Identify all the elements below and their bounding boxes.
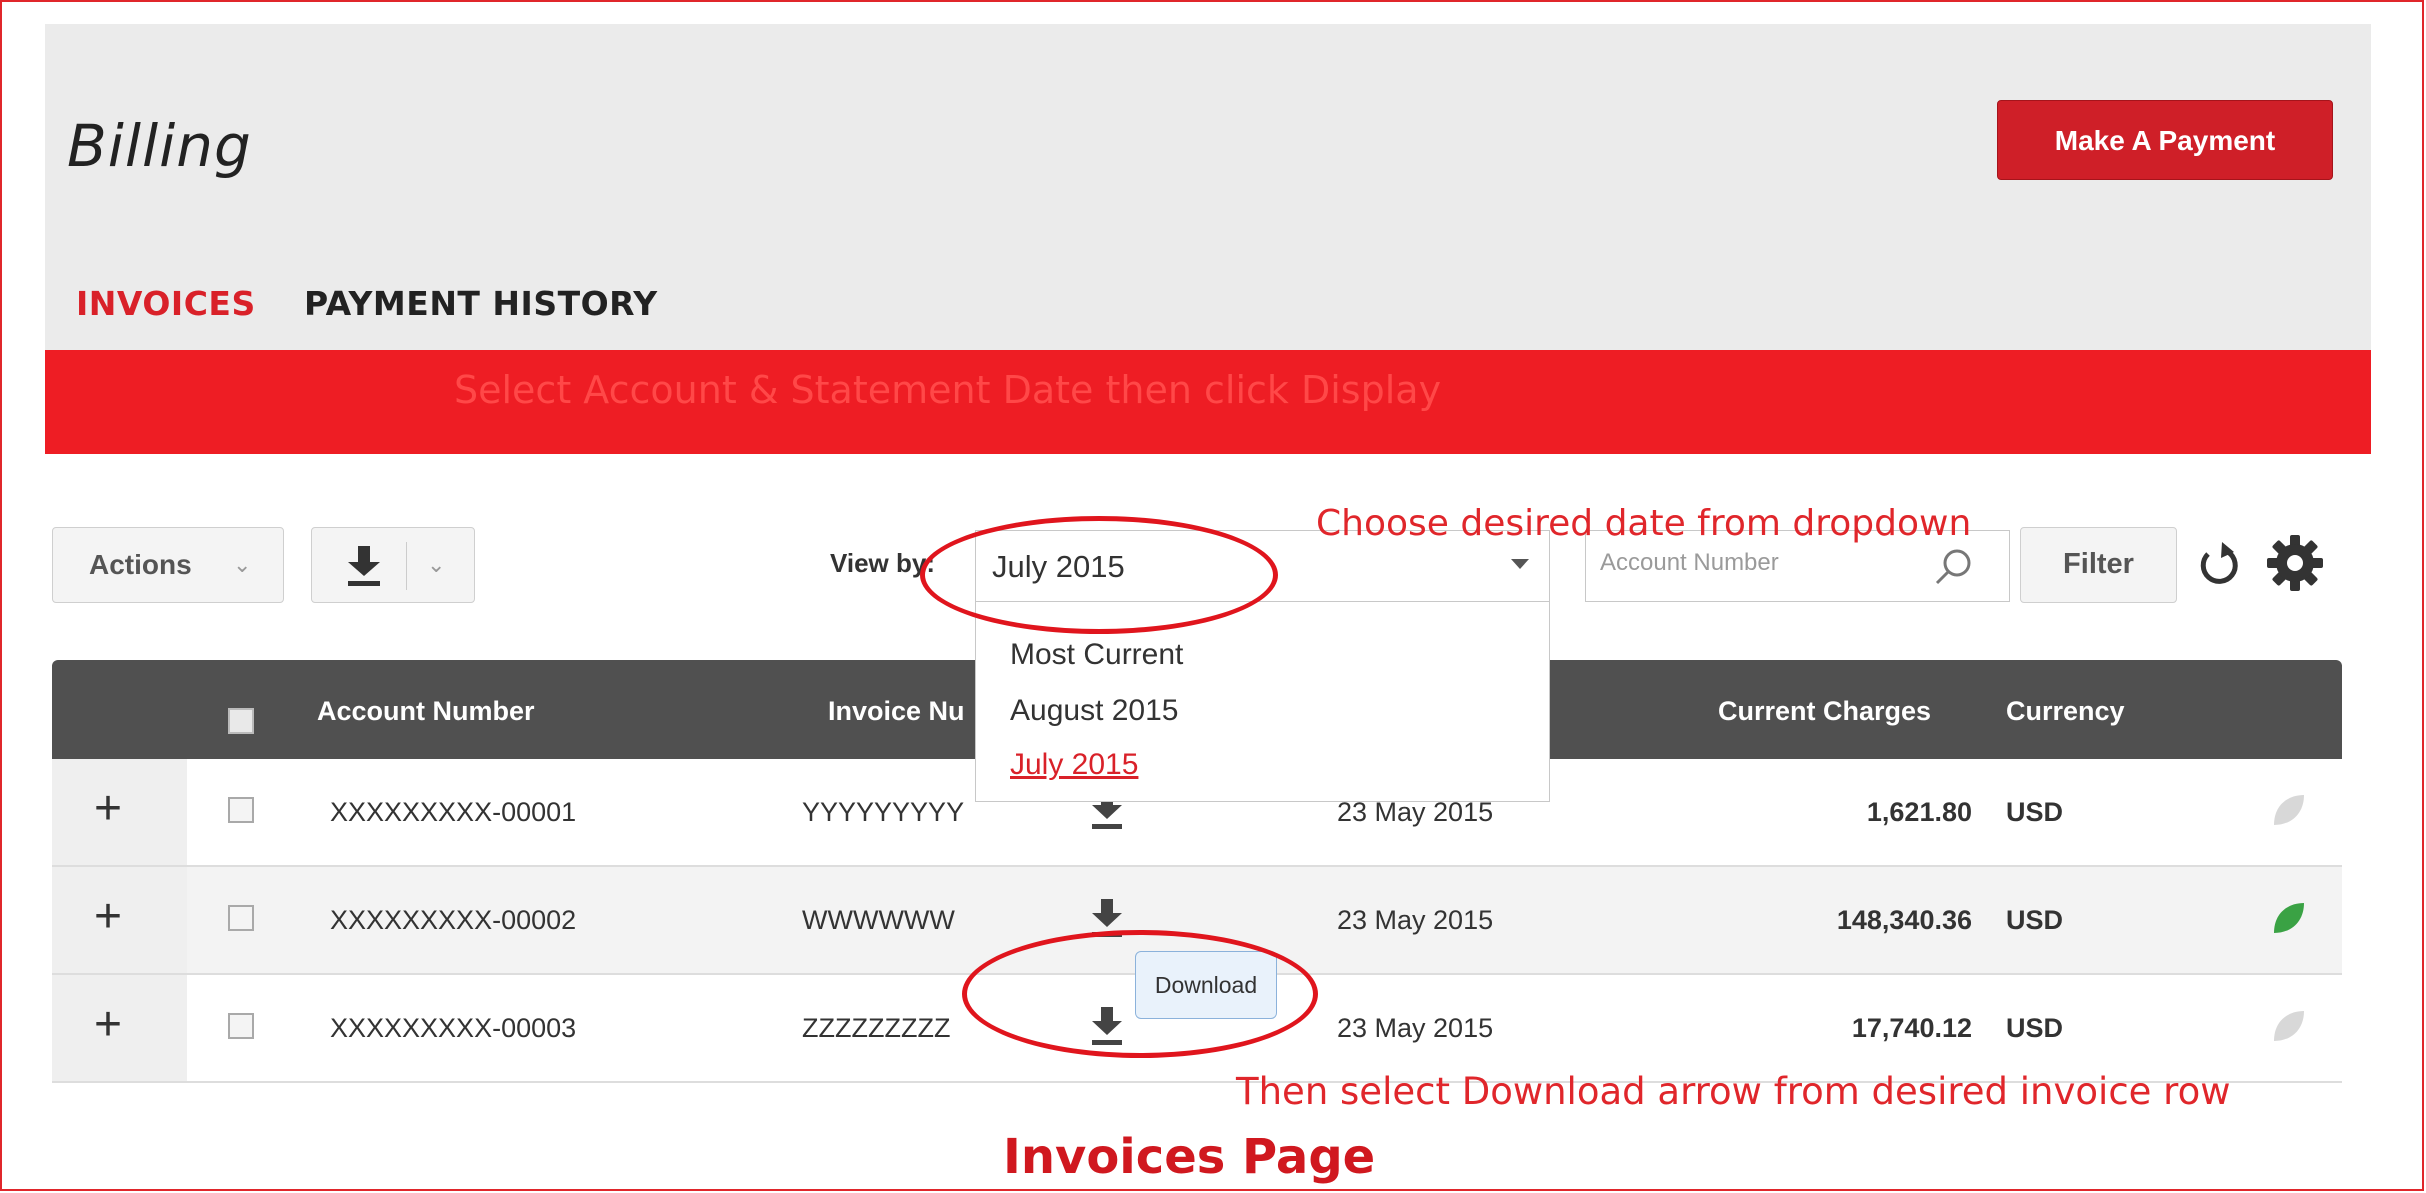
- caret-down-icon: [1511, 559, 1529, 569]
- cell-date: 23 May 2015: [1337, 1013, 1494, 1043]
- annotation-ellipse-download: [962, 930, 1318, 1058]
- plus-icon[interactable]: +: [94, 997, 122, 1052]
- annotation-dropdown-hint: Choose desired date from dropdown: [1316, 503, 1972, 544]
- search-placeholder: Account Number: [1600, 549, 1779, 576]
- cell-invoice: YYYYYYYYY: [802, 797, 965, 827]
- col-invoice-number[interactable]: Invoice Nu: [828, 696, 965, 727]
- select-all-checkbox[interactable]: [228, 708, 254, 734]
- cell-current-charges: 1,621.80: [1866, 797, 1972, 827]
- download-icon: [348, 546, 380, 586]
- col-currency[interactable]: Currency: [2006, 696, 2125, 727]
- actions-button[interactable]: Actions ⌄: [52, 527, 284, 603]
- plus-icon[interactable]: +: [94, 889, 122, 944]
- paperless-leaf-icon[interactable]: [2270, 791, 2308, 829]
- option-most-current[interactable]: Most Current: [1010, 638, 1183, 672]
- cell-invoice: ZZZZZZZZZ: [802, 1013, 951, 1043]
- cell-currency: USD: [2006, 905, 2064, 935]
- paperless-leaf-icon[interactable]: [2270, 899, 2308, 937]
- cell-current-charges: 17,740.12: [1851, 1013, 1972, 1043]
- cell-account: XXXXXXXXX-00002: [330, 905, 577, 935]
- gear-icon[interactable]: [2265, 533, 2325, 593]
- cell-date: 23 May 2015: [1337, 905, 1494, 935]
- search-icon[interactable]: [1931, 545, 1975, 589]
- row-checkbox[interactable]: [228, 797, 254, 823]
- filter-label: Filter: [2063, 548, 2134, 580]
- make-payment-button[interactable]: Make A Payment: [1997, 100, 2333, 180]
- annotation-ellipse-date: [920, 516, 1278, 634]
- page-caption: Invoices Page: [1003, 1129, 1376, 1185]
- cell-invoice: WWWWWW: [802, 905, 955, 935]
- annotation-download-hint: Then select Download arrow from desired …: [1236, 1070, 2231, 1113]
- cell-currency: USD: [2006, 797, 2064, 827]
- button-divider: [406, 542, 407, 590]
- tab-invoices[interactable]: INVOICES: [76, 284, 256, 323]
- col-current-charges[interactable]: Current Charges: [1718, 696, 1931, 727]
- option-july-2015[interactable]: July 2015: [1010, 748, 1138, 782]
- cell-currency: USD: [2006, 1013, 2064, 1043]
- cell-current-charges: 148,340.36: [1836, 905, 1972, 935]
- row-expander[interactable]: +: [52, 975, 187, 1081]
- banner-text: Select Account & Statement Date then cli…: [454, 368, 1442, 412]
- page-title: Billing: [67, 112, 252, 180]
- plus-icon[interactable]: +: [94, 781, 122, 836]
- cell-account: XXXXXXXXX-00003: [330, 1013, 577, 1043]
- row-expander[interactable]: +: [52, 867, 187, 973]
- bulk-download-button[interactable]: ⌄: [311, 527, 475, 603]
- filter-button[interactable]: Filter: [2020, 527, 2177, 603]
- tab-payment-history[interactable]: PAYMENT HISTORY: [304, 284, 658, 323]
- paperless-leaf-icon[interactable]: [2270, 1007, 2308, 1045]
- cell-account: XXXXXXXXX-00001: [330, 797, 577, 827]
- refresh-icon[interactable]: [2194, 538, 2242, 590]
- chevron-down-icon[interactable]: ⌄: [427, 552, 445, 578]
- option-august-2015[interactable]: August 2015: [1010, 694, 1178, 728]
- row-checkbox[interactable]: [228, 905, 254, 931]
- row-expander[interactable]: +: [52, 759, 187, 865]
- actions-label: Actions: [89, 549, 192, 580]
- row-checkbox[interactable]: [228, 1013, 254, 1039]
- chevron-down-icon: ⌄: [233, 552, 252, 577]
- col-account-number[interactable]: Account Number: [317, 696, 535, 727]
